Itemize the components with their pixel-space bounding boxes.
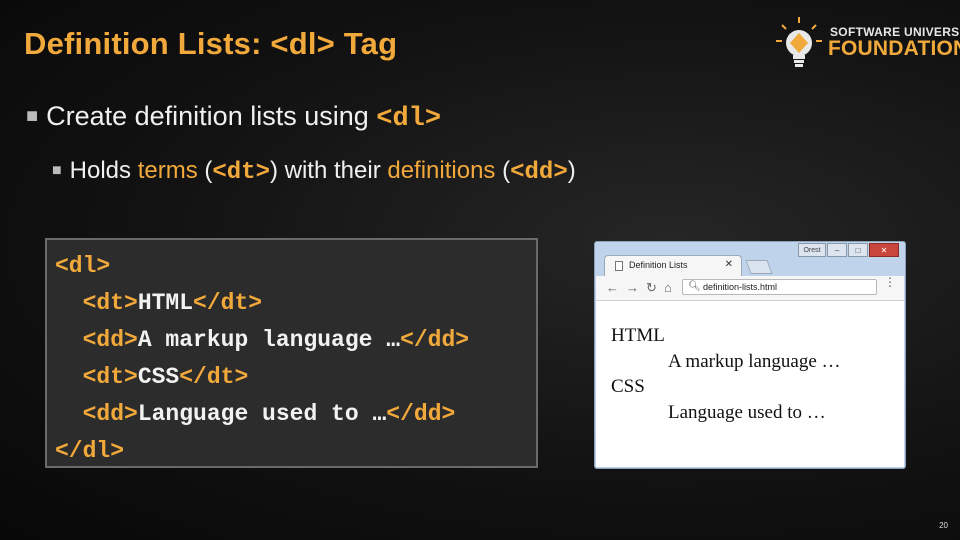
- bullet2-text-d: (: [495, 157, 511, 184]
- lightbulb-logo-icon: [776, 17, 822, 67]
- bullet2-text-c: ) with their: [269, 157, 388, 184]
- reload-icon[interactable]: ↻: [646, 280, 657, 296]
- slide-number: 20: [939, 521, 948, 530]
- code-text: Language used to …: [137, 401, 387, 427]
- page-content: HTML A markup language … CSS Language us…: [596, 301, 904, 467]
- maximize-button[interactable]: □: [848, 243, 868, 257]
- bullet2-code-dd: <dd>: [510, 159, 568, 186]
- bullet-level2: ■ Holds terms (<dt>) with their definitio…: [52, 157, 576, 186]
- minimize-button[interactable]: –: [827, 243, 847, 257]
- browser-toolbar: ← → ↻ ⌂ 🔍︎ definition-lists.html ⋮: [596, 276, 904, 301]
- bullet1-text: Create definition lists using: [46, 101, 377, 131]
- close-icon[interactable]: ✕: [725, 259, 733, 270]
- forward-arrow-icon[interactable]: →: [626, 280, 639, 295]
- code-text: CSS: [137, 364, 180, 390]
- bullet2-text-a: Holds: [69, 157, 138, 184]
- user-button[interactable]: Orest: [798, 243, 826, 257]
- rendered-dt: CSS: [611, 376, 645, 397]
- browser-tab[interactable]: Definition Lists ✕: [604, 255, 742, 277]
- menu-icon[interactable]: ⋮: [884, 276, 896, 288]
- rendered-dd: A markup language …: [668, 351, 841, 372]
- code-tag: </dd>: [386, 401, 456, 427]
- window-controls: Orest – □ ✕: [798, 243, 899, 257]
- code-tag: <dd>: [82, 401, 138, 427]
- bullet2-code-dt: <dt>: [212, 159, 270, 186]
- browser-window: Orest – □ ✕ Definition Lists ✕ ← → ↻ ⌂ 🔍…: [594, 241, 906, 469]
- search-icon: 🔍︎: [688, 281, 701, 292]
- bullet1-code: <dl>: [376, 104, 442, 134]
- code-block: <dl> <dt>HTML</dt> <dd>A markup language…: [45, 238, 538, 468]
- address-text: definition-lists.html: [703, 282, 778, 292]
- bullet2-text-b: (: [197, 157, 213, 184]
- address-bar[interactable]: 🔍︎ definition-lists.html: [682, 279, 877, 295]
- rendered-dd: Language used to …: [668, 402, 826, 423]
- code-tag: </dt>: [179, 364, 249, 390]
- code-tag: <dt>: [82, 290, 138, 316]
- bullet-level1: ■ Create definition lists using <dl>: [26, 101, 441, 134]
- bullet-square-icon: ■: [26, 105, 39, 127]
- page-icon: [615, 261, 623, 271]
- slide-title: Definition Lists: <dl> Tag: [24, 26, 398, 61]
- code-text: HTML: [137, 290, 194, 316]
- code-line6: </dl>: [55, 438, 125, 464]
- tab-title: Definition Lists: [629, 260, 688, 270]
- code-tag: <dt>: [82, 364, 138, 390]
- rendered-dt: HTML: [611, 325, 665, 346]
- logo-line2: FOUNDATION: [828, 37, 960, 60]
- home-icon[interactable]: ⌂: [664, 280, 672, 295]
- bullet2-definitions: definitions: [387, 157, 496, 184]
- close-window-button[interactable]: ✕: [869, 243, 899, 257]
- back-arrow-icon[interactable]: ←: [606, 280, 619, 295]
- code-tag: <dd>: [82, 327, 138, 353]
- code-text: A markup language …: [137, 327, 401, 353]
- code-tag: </dd>: [400, 327, 470, 353]
- code-line1: <dl>: [55, 253, 111, 279]
- bullet-square-icon: ■: [52, 162, 62, 179]
- code-listing: <dl> <dt>HTML</dt> <dd>A markup language…: [55, 248, 469, 470]
- bullet2-text-e: ): [567, 157, 576, 184]
- bullet2-terms: terms: [137, 157, 198, 184]
- new-tab-button[interactable]: [745, 260, 773, 274]
- softuni-logo: SOFTWARE UNIVERSITY FOUNDATION: [774, 15, 960, 73]
- code-tag: </dt>: [193, 290, 263, 316]
